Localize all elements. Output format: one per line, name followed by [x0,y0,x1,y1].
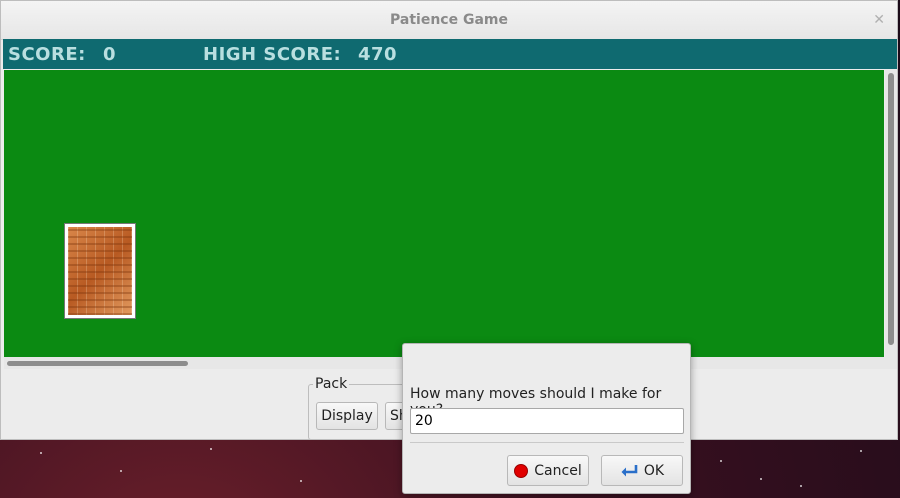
ok-button-label: OK [643,462,665,479]
moves-input[interactable] [410,408,684,434]
score-bar: SCORE: 0 HIGH SCORE: 470 [3,39,897,69]
ok-button[interactable]: OK [601,455,683,486]
cancel-button-label: Cancel [534,462,582,479]
card-back-image [68,227,132,315]
high-score-value: 470 [358,43,398,65]
window-titlebar[interactable]: Patience Game ✕ [1,1,897,40]
horizontal-scroll-thumb[interactable] [7,361,188,366]
dialog-separator [410,442,684,443]
high-score-label: HIGH SCORE: [203,43,342,65]
display-button[interactable]: Display [316,402,378,430]
deck-card-back[interactable] [64,223,136,319]
close-icon[interactable]: ✕ [873,12,885,28]
enter-arrow-icon [621,464,638,476]
pack-legend: Pack [313,376,350,392]
score-label: SCORE: [8,43,86,65]
score-value: 0 [103,43,117,65]
display-button-label: Display [321,408,373,424]
stop-icon [514,463,529,478]
cancel-button[interactable]: Cancel [507,455,589,486]
card-table[interactable] [4,70,884,357]
window-title: Patience Game [390,12,508,28]
moves-dialog: How many moves should I make for you? Ca… [402,343,691,494]
vertical-scroll-thumb[interactable] [888,73,894,345]
vertical-scrollbar[interactable] [885,70,897,369]
